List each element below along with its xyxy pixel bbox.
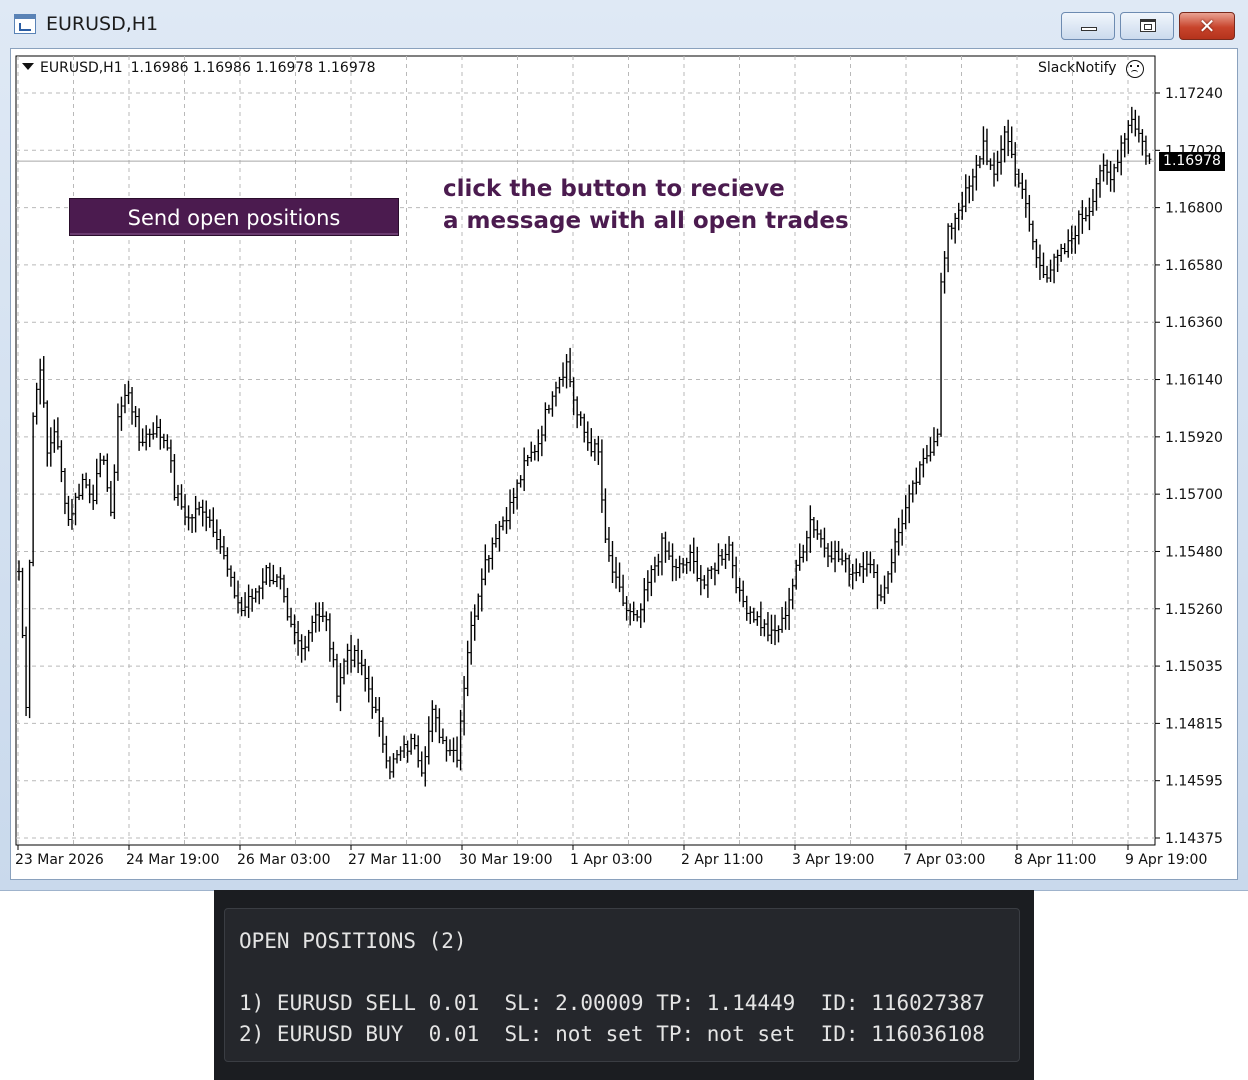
position-row-1: 1) EURUSD SELL 0.01 SL: 2.00009 TP: 1.14…	[239, 991, 985, 1015]
y-tick-label: 1.14815	[1165, 716, 1223, 732]
x-tick-label: 27 Mar 11:00	[348, 852, 441, 868]
x-tick-label: 7 Apr 03:00	[903, 852, 985, 868]
y-tick-label: 1.15260	[1165, 602, 1223, 618]
y-tick-label: 1.15920	[1165, 430, 1223, 446]
x-tick-label: 26 Mar 03:00	[237, 852, 330, 868]
ea-status-face-icon[interactable]	[1126, 60, 1144, 78]
price-chart[interactable]: 1.172401.170201.168001.165801.163601.161…	[0, 0, 1248, 890]
y-tick-label: 1.15035	[1165, 659, 1223, 675]
hint-line-1: click the button to recieve	[443, 176, 785, 202]
message-box: OPEN POSITIONS (2) 1) EURUSD SELL 0.01 S…	[224, 908, 1020, 1062]
chart-header: EURUSD,H1 1.16986 1.16986 1.16978 1.16978	[22, 60, 376, 76]
x-tick-label: 9 Apr 19:00	[1125, 852, 1207, 868]
position-row-2: 2) EURUSD BUY 0.01 SL: not set TP: not s…	[239, 1022, 985, 1046]
y-tick-label: 1.16360	[1165, 315, 1223, 331]
y-tick-label: 1.16580	[1165, 258, 1223, 274]
x-tick-label: 3 Apr 19:00	[792, 852, 874, 868]
hint-text: click the button to recieve a message wi…	[443, 173, 849, 237]
chart-ohlc: 1.16986 1.16986 1.16978 1.16978	[130, 60, 376, 76]
slack-message-panel: OPEN POSITIONS (2) 1) EURUSD SELL 0.01 S…	[214, 890, 1034, 1080]
y-tick-label: 1.15480	[1165, 544, 1223, 560]
send-open-positions-button[interactable]: Send open positions	[69, 198, 399, 236]
expert-advisor-name[interactable]: SlackNotify	[1038, 60, 1117, 76]
current-price-label: 1.16978	[1159, 152, 1225, 171]
x-tick-label: 2 Apr 11:00	[681, 852, 763, 868]
y-tick-label: 1.14595	[1165, 774, 1223, 790]
x-tick-label: 8 Apr 11:00	[1014, 852, 1096, 868]
x-tick-label: 23 Mar 2026	[15, 852, 104, 868]
message-title: OPEN POSITIONS (2)	[239, 929, 467, 953]
x-tick-label: 24 Mar 19:00	[126, 852, 219, 868]
y-tick-label: 1.17240	[1165, 86, 1223, 102]
y-tick-label: 1.16800	[1165, 201, 1223, 217]
dropdown-triangle-icon[interactable]	[22, 63, 34, 70]
y-tick-label: 1.14375	[1165, 831, 1223, 847]
y-tick-label: 1.15700	[1165, 487, 1223, 503]
y-tick-label: 1.16140	[1165, 373, 1223, 389]
x-tick-label: 1 Apr 03:00	[570, 852, 652, 868]
hint-line-2: a message with all open trades	[443, 208, 849, 234]
chart-symbol: EURUSD,H1	[40, 60, 123, 76]
x-tick-label: 30 Mar 19:00	[459, 852, 552, 868]
